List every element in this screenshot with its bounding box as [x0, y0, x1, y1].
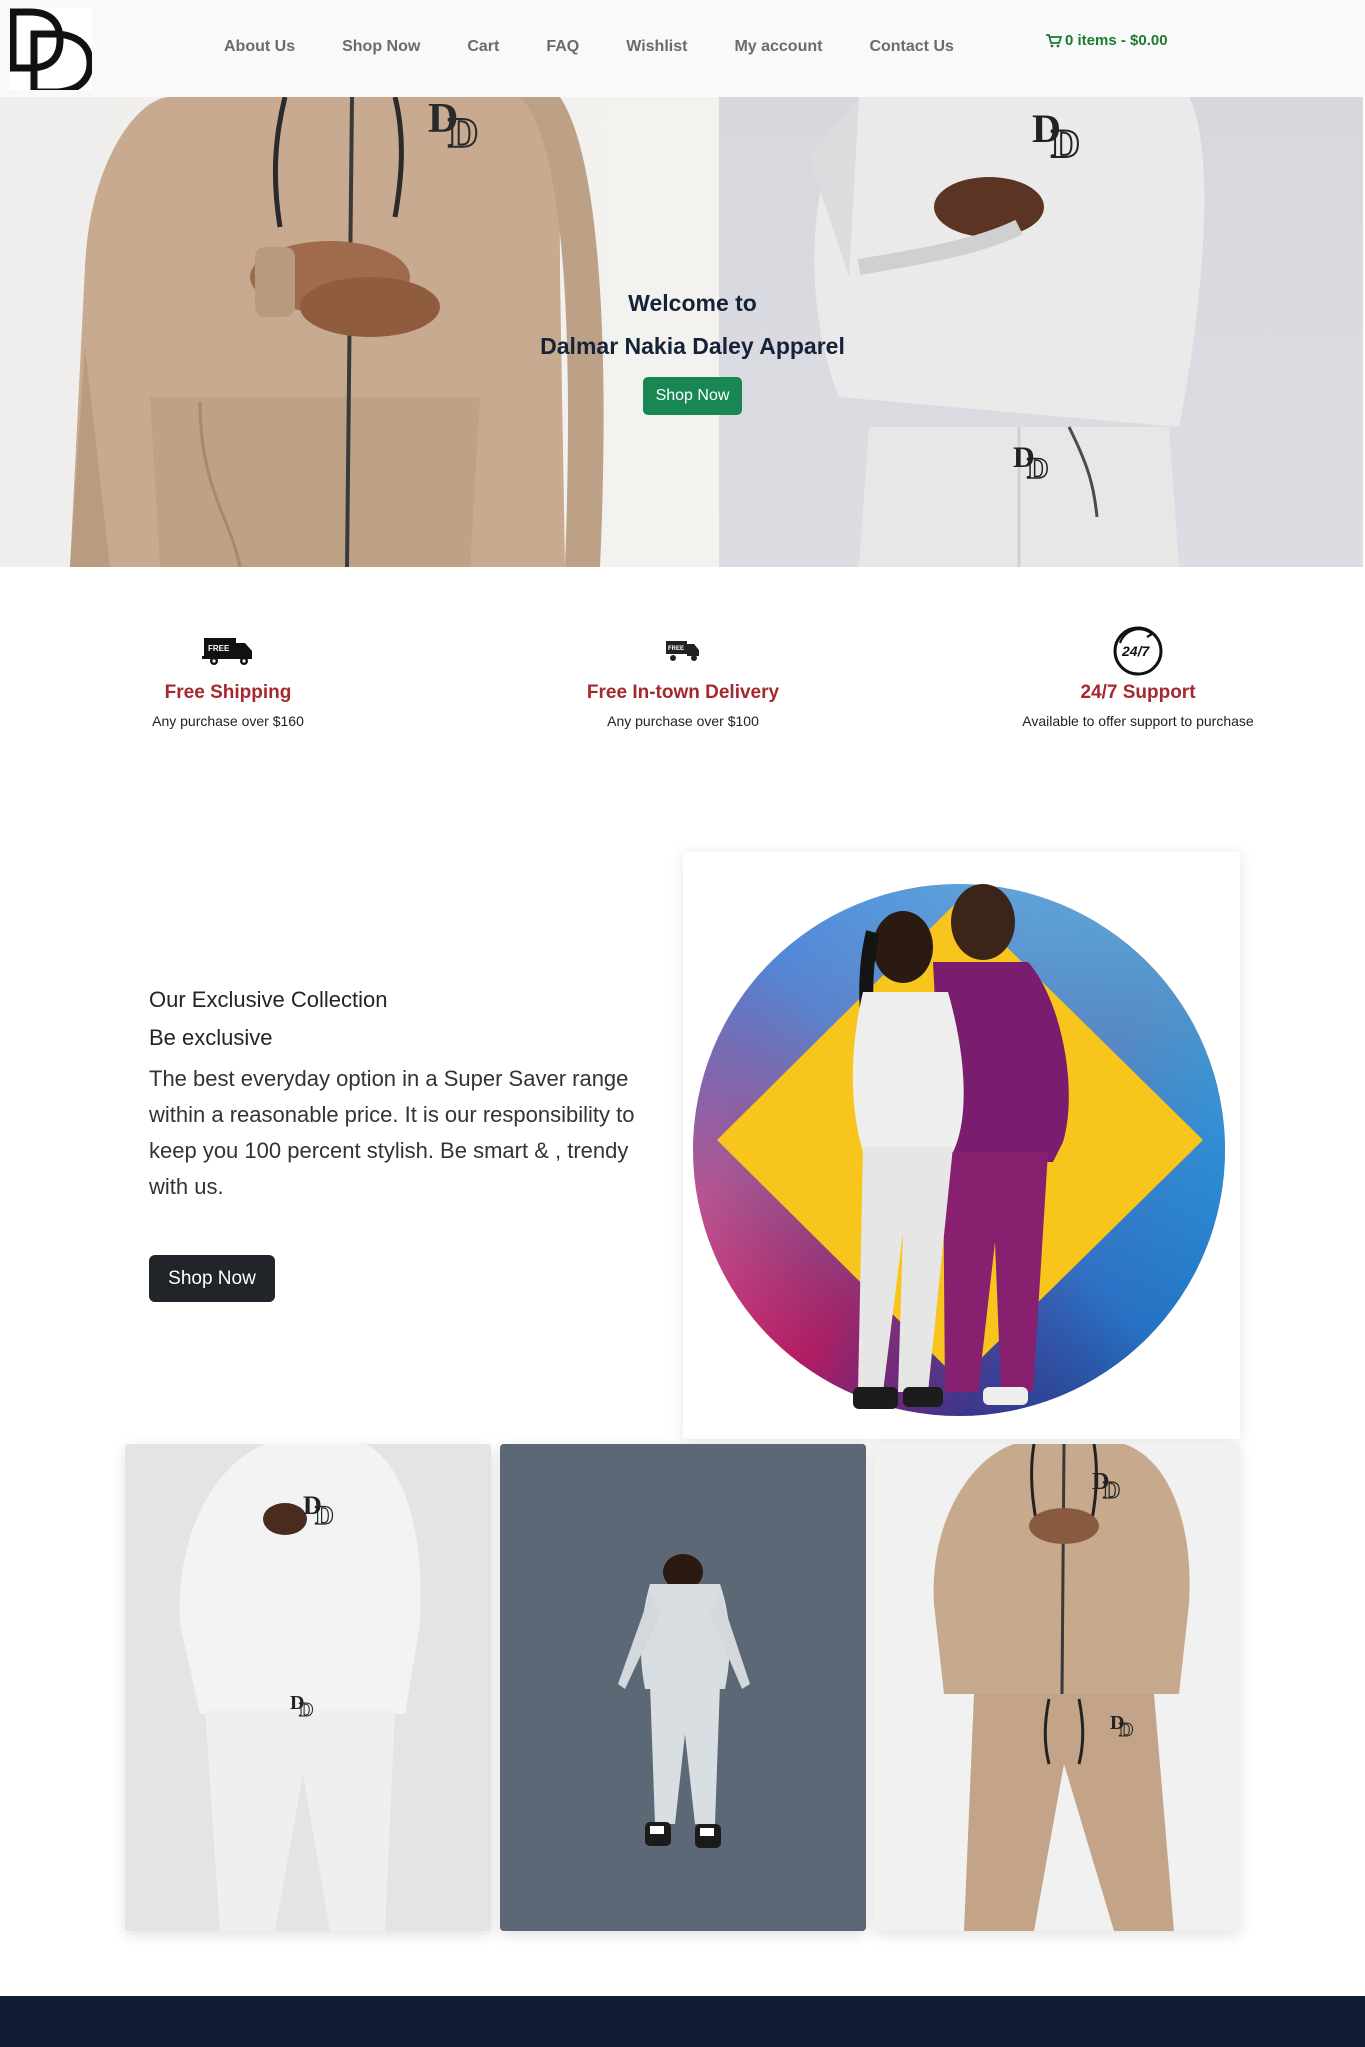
cart-summary-link[interactable]: 0 items - $0.00: [1046, 32, 1168, 49]
product-white-tracksuit-image[interactable]: D D D D: [125, 1444, 491, 1931]
hero-banner: D D D D D D Welcome to Dalmar Nakia Dale…: [0, 97, 1365, 567]
shopping-cart-icon: [1046, 33, 1062, 47]
svg-text:D: D: [315, 1501, 334, 1530]
svg-text:D: D: [1103, 1478, 1120, 1504]
feature-free-in-town-delivery: FREE Free In-town Delivery Any purchase …: [483, 625, 883, 729]
svg-text:D: D: [448, 111, 478, 157]
feature-description: Any purchase over $100: [607, 713, 759, 729]
nav-faq[interactable]: FAQ: [546, 38, 579, 56]
nav-wishlist[interactable]: Wishlist: [626, 38, 687, 56]
svg-text:FREE: FREE: [668, 646, 684, 652]
nav-cart[interactable]: Cart: [467, 38, 499, 56]
nav-about-us[interactable]: About Us: [224, 38, 295, 56]
collection-heading: Our Exclusive Collection: [149, 987, 388, 1012]
feature-free-shipping: FREE Free Shipping Any purchase over $16…: [28, 625, 428, 729]
collection-shop-now-button[interactable]: Shop Now: [149, 1255, 275, 1302]
hero-shop-now-button[interactable]: Shop Now: [643, 377, 742, 415]
support-24-7-icon: 24/7: [938, 625, 1338, 677]
main-menu: About Us Shop Now Cart FAQ Wishlist My a…: [224, 38, 1001, 56]
feature-title: Free In-town Delivery: [586, 682, 780, 703]
collection-couple-image: [683, 852, 1240, 1439]
navbar: About Us Shop Now Cart FAQ Wishlist My a…: [0, 0, 1365, 97]
footer-bar: [0, 1996, 1365, 2047]
feature-title: Free Shipping: [164, 682, 292, 703]
dd-logo-icon[interactable]: [9, 8, 94, 96]
collection-text-block: Our Exclusive Collection Be exclusive Th…: [149, 987, 669, 1205]
collection-subheading: Be exclusive: [149, 1025, 273, 1050]
hero-brand-title: Dalmar Nakia Daley Apparel: [540, 333, 845, 359]
product-grey-tracksuit-jump-image[interactable]: [500, 1444, 866, 1931]
svg-text:D: D: [1051, 121, 1080, 166]
svg-text:D: D: [299, 1699, 313, 1721]
nav-shop-now[interactable]: Shop Now: [342, 38, 420, 56]
svg-text:D: D: [1027, 452, 1049, 485]
feature-description: Available to offer support to purchase: [1022, 713, 1254, 729]
free-delivery-truck-icon: FREE: [483, 625, 883, 677]
hero-welcome-text: Welcome to: [628, 290, 757, 316]
free-shipping-truck-icon: FREE: [28, 625, 428, 677]
collection-description: The best everyday option in a Super Save…: [149, 1066, 635, 1199]
nav-contact-us[interactable]: Contact Us: [869, 38, 953, 56]
nav-my-account[interactable]: My account: [734, 38, 822, 56]
hero-image-beige-hoodie: D D: [0, 97, 722, 567]
svg-text:D: D: [1119, 1719, 1133, 1741]
svg-text:24/7: 24/7: [1121, 643, 1150, 659]
hero-image-white-hoodie: D D D D: [719, 97, 1365, 567]
product-beige-tracksuit-image[interactable]: D D D D: [874, 1444, 1240, 1931]
cart-summary-label: 0 items - $0.00: [1065, 32, 1168, 49]
feature-description: Any purchase over $160: [152, 713, 304, 729]
svg-text:FREE: FREE: [208, 644, 230, 653]
feature-24-7-support: 24/7 24/7 Support Available to offer sup…: [938, 625, 1338, 729]
feature-title: 24/7 Support: [1080, 682, 1196, 703]
